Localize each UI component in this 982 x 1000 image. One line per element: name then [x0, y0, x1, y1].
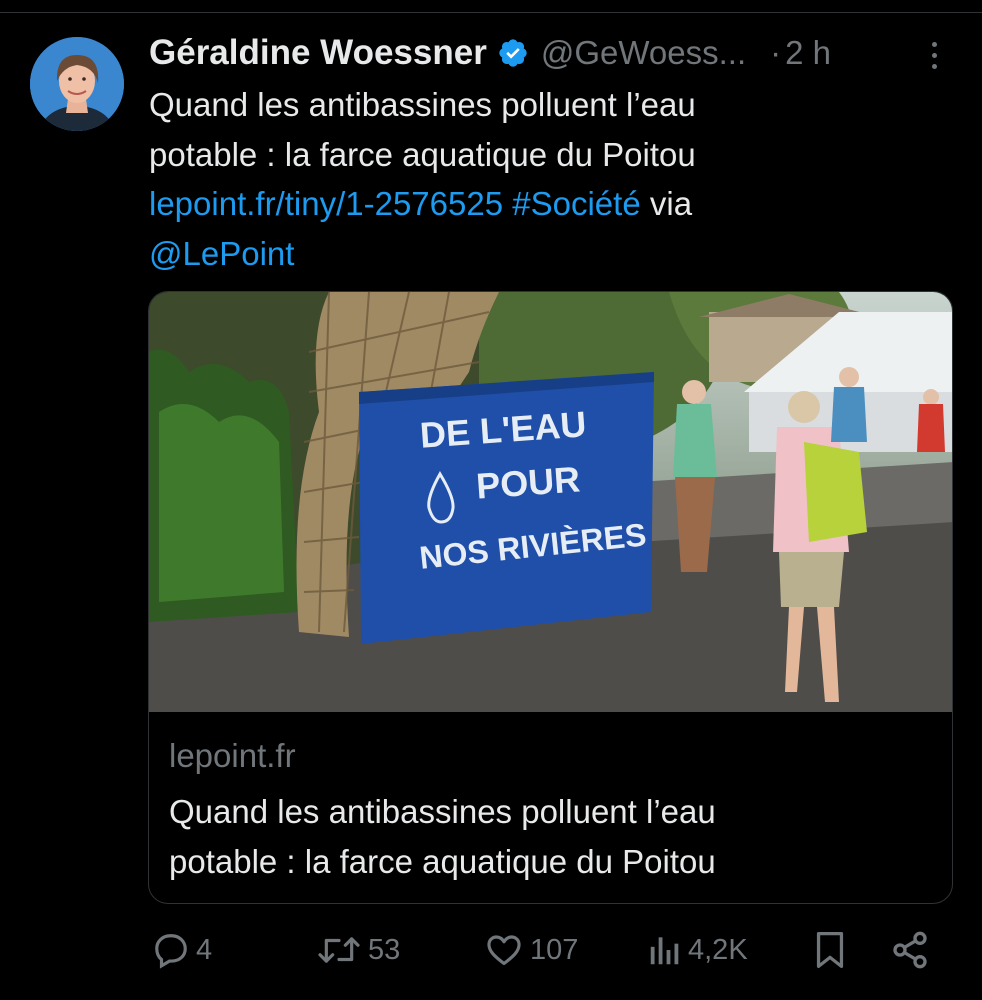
- share-button[interactable]: [890, 924, 930, 976]
- bookmark-icon: [816, 932, 844, 968]
- card-title: Quand les antibassines polluent l’eau po…: [169, 787, 929, 887]
- author-handle[interactable]: @GeWoess...: [541, 34, 746, 72]
- avatar-portrait: [30, 37, 124, 131]
- tweet-header: Géraldine Woessner @GeWoess... · 2 h: [149, 30, 831, 76]
- reply-count: 4: [196, 933, 213, 966]
- bookmark-button[interactable]: [812, 924, 848, 976]
- reply-icon: [155, 934, 187, 969]
- avatar[interactable]: [30, 37, 124, 131]
- repost-count: 53: [368, 933, 401, 966]
- tweet-timestamp[interactable]: 2 h: [785, 34, 831, 72]
- repost-icon: [318, 937, 360, 963]
- article-link[interactable]: lepoint.fr/tiny/1-2576525: [149, 185, 503, 222]
- reply-button[interactable]: 4: [152, 924, 212, 976]
- card-image: DE L'EAU POUR NOS RIVIÈRES: [149, 292, 952, 712]
- banner-text-line-2: POUR: [475, 458, 582, 506]
- card-title-line-1: Quand les antibassines polluent l’eau: [169, 793, 716, 830]
- repost-button[interactable]: 53: [316, 924, 400, 976]
- like-button[interactable]: 107: [484, 924, 578, 976]
- author-name[interactable]: Géraldine Woessner: [149, 33, 487, 73]
- tweet-text-line-2: potable : la farce aquatique du Poitou: [149, 135, 696, 173]
- top-divider: [0, 12, 982, 13]
- time-separator: ·: [770, 34, 782, 71]
- mention-link[interactable]: @LePoint: [149, 235, 294, 272]
- link-preview-card[interactable]: DE L'EAU POUR NOS RIVIÈRES lepoint.fr Qu…: [148, 291, 953, 904]
- views-bar-chart-icon: [650, 937, 679, 965]
- tweet-text: Quand les antibassines polluent l’eau po…: [149, 80, 849, 278]
- action-bar: 4 53 107 4,2K: [150, 924, 940, 976]
- tweet-text-line-4: @LePoint: [149, 229, 849, 279]
- hashtag-link[interactable]: #Société: [512, 185, 640, 222]
- card-domain: lepoint.fr: [169, 737, 296, 774]
- like-count: 107: [530, 933, 579, 966]
- tweet-text-line-3: lepoint.fr/tiny/1-2576525 #Société via: [149, 179, 849, 229]
- via-text: via: [649, 185, 693, 222]
- views-button[interactable]: 4,2K: [648, 924, 748, 976]
- heart-icon: [487, 935, 521, 966]
- more-dots-icon[interactable]: [922, 38, 946, 74]
- tweet-text-line-1: Quand les antibassines polluent l’eau: [149, 86, 696, 123]
- views-count: 4,2K: [688, 933, 748, 966]
- verified-badge-icon: [499, 39, 527, 67]
- card-title-line-2: potable : la farce aquatique du Poitou: [169, 843, 716, 880]
- share-icon: [893, 931, 927, 969]
